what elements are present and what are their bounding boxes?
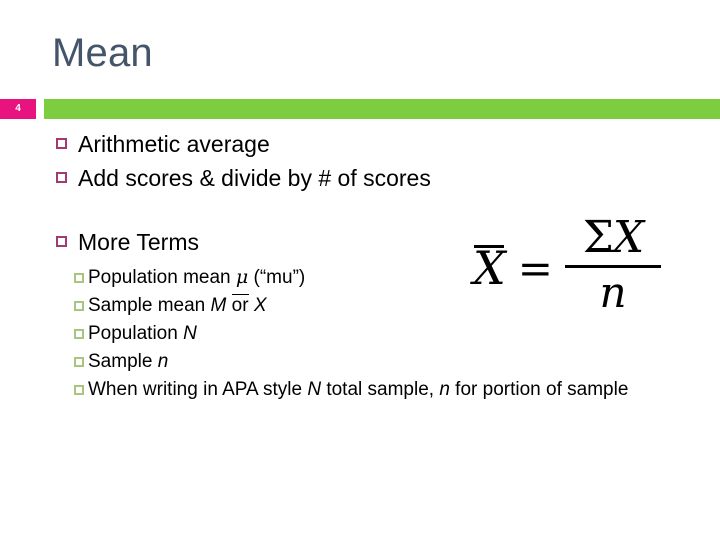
square-bullet-icon	[74, 357, 84, 367]
slide-number-badge: 4	[0, 99, 36, 119]
sample-mean-symbol-x: X	[253, 295, 267, 316]
formula-numerator-var: X	[612, 211, 644, 263]
square-bullet-icon	[74, 385, 84, 395]
sub-bullet-text: Population N	[88, 320, 197, 347]
population-symbol-n-upper: N	[183, 323, 197, 344]
bullet-text: More Terms	[78, 229, 199, 255]
sub-bullet-text: Population mean μ (“mu”)	[88, 264, 305, 291]
square-bullet-icon	[74, 301, 84, 311]
list-item: Sample n	[74, 348, 676, 375]
bullet-text: Add scores & divide by # of scores	[78, 165, 431, 191]
apa-symbol-n-lower: n	[439, 379, 450, 400]
sub-bullet-prefix: Sample mean	[88, 295, 211, 316]
square-bullet-icon	[56, 172, 67, 183]
divider-band: 4	[0, 99, 720, 119]
list-item: Population N	[74, 320, 676, 347]
sub-bullet-prefix: When writing in APA style	[88, 379, 308, 400]
sub-bullet-suffix: (“mu”)	[248, 267, 306, 288]
list-item: Arithmetic average	[56, 128, 676, 160]
list-item: Add scores & divide by # of scores	[56, 162, 676, 194]
mean-formula-image: X = ΣX n	[452, 206, 682, 324]
square-bullet-icon	[74, 273, 84, 283]
sub-bullet-prefix: Sample	[88, 351, 158, 372]
sub-bullet-prefix: Population	[88, 323, 184, 344]
mu-symbol: μ	[235, 266, 249, 288]
formula-lhs-xbar: X	[473, 239, 506, 291]
divider-bar	[44, 99, 720, 119]
sub-bullet-prefix: Population mean	[88, 267, 236, 288]
square-bullet-icon	[56, 138, 67, 149]
sub-bullet-text: When writing in APA style N total sample…	[88, 376, 628, 403]
overbar-icon	[474, 245, 504, 248]
sub-bullet-text: Sample n	[88, 348, 168, 375]
sample-mean-symbol-m: M	[210, 295, 227, 316]
formula-lhs-letter: X	[473, 241, 506, 295]
formula-equals-sign: =	[517, 244, 553, 293]
page-title: Mean	[52, 31, 153, 75]
sample-symbol-n-lower: n	[157, 351, 169, 372]
formula-denominator: n	[599, 268, 627, 318]
sub-bullet-suffix: for portion of sample	[449, 379, 629, 400]
bullet-text: Arithmetic average	[78, 131, 270, 157]
apa-symbol-n-upper: N	[307, 379, 322, 400]
sub-bullet-mid: total sample,	[321, 379, 440, 400]
overbar-or: or	[231, 294, 249, 316]
square-bullet-icon	[74, 329, 84, 339]
sigma-symbol: Σ	[582, 211, 614, 263]
square-bullet-icon	[56, 236, 67, 247]
formula-fraction: ΣX n	[564, 211, 661, 318]
formula-numerator: ΣX	[582, 211, 644, 263]
list-item: When writing in APA style N total sample…	[74, 376, 676, 403]
sub-bullet-text: Sample mean M or X	[88, 292, 267, 319]
